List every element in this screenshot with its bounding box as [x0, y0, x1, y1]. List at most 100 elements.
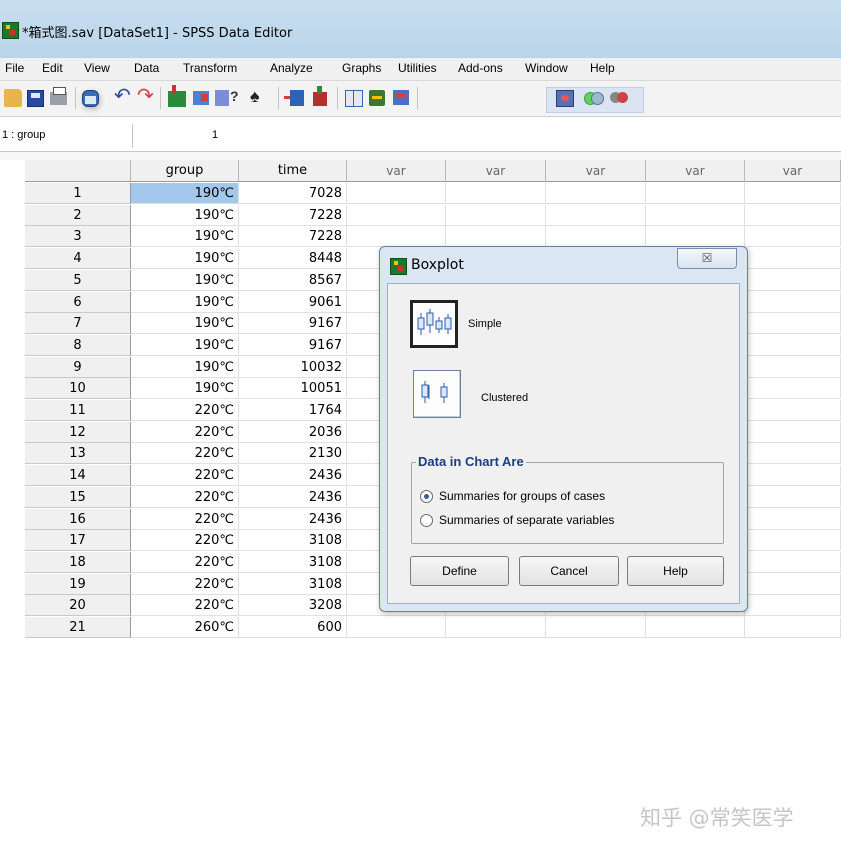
column-header-var[interactable]: var	[347, 160, 446, 182]
cell-empty[interactable]	[347, 617, 446, 638]
row-header[interactable]: 1	[25, 183, 131, 204]
cell-group[interactable]: 220℃	[131, 400, 239, 421]
row-header[interactable]: 14	[25, 465, 131, 487]
cell-empty[interactable]	[745, 551, 841, 573]
cell-empty[interactable]	[745, 465, 841, 487]
menu-utilities[interactable]: Utilities	[398, 61, 437, 75]
cell-time[interactable]: 9167	[239, 313, 347, 335]
find-icon[interactable]: ♠	[250, 86, 268, 106]
cell-empty[interactable]	[745, 313, 841, 335]
cell-empty[interactable]	[546, 183, 646, 204]
row-header[interactable]: 6	[25, 291, 131, 313]
simple-chart-button[interactable]	[410, 300, 458, 348]
cell-time[interactable]: 2436	[239, 486, 347, 508]
menu-view[interactable]: View	[84, 61, 110, 75]
menu-file[interactable]: File	[5, 61, 24, 75]
cell-group[interactable]: 190℃	[131, 248, 239, 270]
groups-of-cases-label[interactable]: Summaries for groups of cases	[439, 489, 605, 503]
clustered-chart-button[interactable]	[413, 370, 461, 418]
row-header[interactable]: 13	[25, 443, 131, 465]
cell-time[interactable]: 3108	[239, 530, 347, 552]
menu-help[interactable]: Help	[590, 61, 615, 75]
cell-group[interactable]: 190℃	[131, 313, 239, 335]
cell-group[interactable]: 220℃	[131, 551, 239, 573]
open-folder-icon[interactable]	[4, 89, 22, 107]
use-sets-icon[interactable]	[584, 89, 604, 107]
column-header-var[interactable]: var	[546, 160, 646, 182]
cell-group[interactable]: 220℃	[131, 530, 239, 552]
select-cases-icon[interactable]	[393, 90, 409, 105]
menu-edit[interactable]: Edit	[42, 61, 63, 75]
cell-empty[interactable]	[646, 617, 745, 638]
row-header[interactable]: 8	[25, 334, 131, 356]
grid-corner[interactable]	[25, 160, 131, 182]
groups-of-cases-radio[interactable]	[420, 490, 433, 503]
cell-time[interactable]: 7028	[239, 183, 347, 204]
cell-group[interactable]: 220℃	[131, 421, 239, 443]
row-header[interactable]: 10	[25, 378, 131, 400]
cell-empty[interactable]	[745, 486, 841, 508]
row-header[interactable]: 15	[25, 486, 131, 508]
weight-cases-icon[interactable]	[369, 90, 385, 106]
column-header-group[interactable]: group	[131, 160, 239, 182]
cell-value-input[interactable]: 1	[212, 129, 218, 141]
row-header[interactable]: 20	[25, 595, 131, 617]
cell-empty[interactable]	[745, 573, 841, 595]
cell-empty[interactable]	[347, 226, 446, 248]
cell-time[interactable]: 1764	[239, 400, 347, 421]
cell-time[interactable]: 10051	[239, 378, 347, 400]
cell-empty[interactable]	[745, 421, 841, 443]
menu-window[interactable]: Window	[525, 61, 568, 75]
cell-group[interactable]: 190℃	[131, 204, 239, 226]
cell-time[interactable]: 2036	[239, 421, 347, 443]
cell-empty[interactable]	[745, 443, 841, 465]
cell-group[interactable]: 190℃	[131, 269, 239, 291]
cell-group[interactable]: 220℃	[131, 508, 239, 530]
row-header[interactable]: 16	[25, 508, 131, 530]
cell-time[interactable]: 9061	[239, 291, 347, 313]
row-header[interactable]: 18	[25, 551, 131, 573]
cell-empty[interactable]	[446, 617, 546, 638]
cell-time[interactable]: 600	[239, 617, 347, 638]
row-header[interactable]: 11	[25, 400, 131, 421]
print-icon[interactable]	[50, 87, 67, 105]
cell-time[interactable]: 2436	[239, 465, 347, 487]
cell-time[interactable]: 7228	[239, 204, 347, 226]
cell-group[interactable]: 190℃	[131, 334, 239, 356]
cell-group[interactable]: 220℃	[131, 595, 239, 617]
cell-group[interactable]: 190℃	[131, 183, 239, 204]
cell-empty[interactable]	[347, 204, 446, 226]
cell-empty[interactable]	[546, 204, 646, 226]
separate-variables-label[interactable]: Summaries of separate variables	[439, 513, 614, 527]
info-icon[interactable]	[215, 88, 239, 106]
undo-icon[interactable]: ↶	[114, 86, 134, 106]
row-header[interactable]: 9	[25, 356, 131, 378]
cell-time[interactable]: 10032	[239, 356, 347, 378]
help-button[interactable]: Help	[627, 556, 724, 586]
cell-time[interactable]: 3108	[239, 551, 347, 573]
row-header[interactable]: 4	[25, 248, 131, 270]
cell-empty[interactable]	[745, 226, 841, 248]
row-header[interactable]: 21	[25, 617, 131, 638]
cell-empty[interactable]	[745, 508, 841, 530]
dialog-title-bar[interactable]: Boxplot ☒	[380, 247, 747, 281]
value-labels-icon[interactable]	[556, 90, 574, 107]
menu-add-ons[interactable]: Add-ons	[458, 61, 503, 75]
close-button[interactable]: ☒	[677, 248, 737, 269]
cell-empty[interactable]	[646, 183, 745, 204]
column-header-var[interactable]: var	[446, 160, 546, 182]
cell-group[interactable]: 220℃	[131, 573, 239, 595]
cell-group[interactable]: 190℃	[131, 378, 239, 400]
row-header[interactable]: 19	[25, 573, 131, 595]
cell-empty[interactable]	[745, 378, 841, 400]
separate-variables-radio[interactable]	[420, 514, 433, 527]
row-header[interactable]: 17	[25, 530, 131, 552]
cell-empty[interactable]	[745, 183, 841, 204]
cell-empty[interactable]	[745, 269, 841, 291]
cell-empty[interactable]	[446, 183, 546, 204]
cell-empty[interactable]	[646, 204, 745, 226]
cell-empty[interactable]	[446, 204, 546, 226]
dialog-recall-icon[interactable]	[82, 90, 99, 107]
cell-empty[interactable]	[347, 183, 446, 204]
cell-time[interactable]: 3208	[239, 595, 347, 617]
